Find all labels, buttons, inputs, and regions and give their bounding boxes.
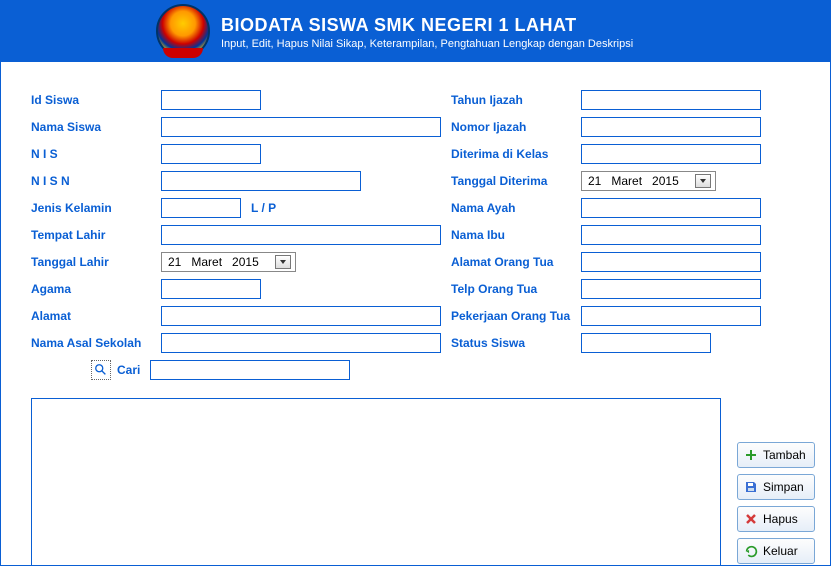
keluar-button[interactable]: Keluar [737, 538, 815, 564]
delete-icon [744, 512, 758, 526]
diterima-kelas-input[interactable] [581, 144, 761, 164]
exit-icon [744, 544, 758, 558]
nis-input[interactable] [161, 144, 261, 164]
asal-sekolah-input[interactable] [161, 333, 441, 353]
jenis-kelamin-input[interactable] [161, 198, 241, 218]
label-nis: N I S [31, 147, 161, 161]
id-siswa-input[interactable] [161, 90, 261, 110]
label-tahun-ijazah: Tahun Ijazah [451, 93, 581, 107]
tempat-lahir-input[interactable] [161, 225, 441, 245]
nama-ibu-input[interactable] [581, 225, 761, 245]
label-telp-ortu: Telp Orang Tua [451, 282, 581, 296]
label-alamat-ortu: Alamat Orang Tua [451, 255, 581, 269]
agama-input[interactable] [161, 279, 261, 299]
simpan-label: Simpan [763, 480, 804, 494]
label-agama: Agama [31, 282, 161, 296]
label-diterima-kelas: Diterima di Kelas [451, 147, 581, 161]
page-title: BIODATA SISWA SMK NEGERI 1 LAHAT [221, 15, 633, 36]
pekerjaan-ortu-input[interactable] [581, 306, 761, 326]
nama-ayah-input[interactable] [581, 198, 761, 218]
label-nisn: N I S N [31, 174, 161, 188]
keluar-label: Keluar [763, 544, 798, 558]
simpan-button[interactable]: Simpan [737, 474, 815, 500]
date-year: 2015 [232, 255, 259, 269]
search-input[interactable] [150, 360, 350, 380]
label-nama-siswa: Nama Siswa [31, 120, 161, 134]
label-cari: Cari [117, 363, 140, 377]
hapus-label: Hapus [763, 512, 798, 526]
action-buttons: Tambah Simpan Hapus Keluar [737, 442, 815, 564]
nama-siswa-input[interactable] [161, 117, 441, 137]
header: BIODATA SISWA SMK NEGERI 1 LAHAT Input, … [1, 2, 830, 62]
telp-ortu-input[interactable] [581, 279, 761, 299]
tambah-label: Tambah [763, 448, 806, 462]
page-subtitle: Input, Edit, Hapus Nilai Sikap, Keteramp… [221, 38, 633, 50]
label-tempat-lahir: Tempat Lahir [31, 228, 161, 242]
date-month: Maret [191, 255, 222, 269]
date-day: 21 [588, 174, 601, 188]
label-pekerjaan-ortu: Pekerjaan Orang Tua [451, 309, 581, 323]
search-icon[interactable] [91, 360, 111, 380]
tanggal-diterima-picker[interactable]: 21 Maret 2015 [581, 171, 716, 191]
label-nomor-ijazah: Nomor Ijazah [451, 120, 581, 134]
label-status-siswa: Status Siswa [451, 336, 581, 350]
save-icon [744, 480, 758, 494]
label-nama-ibu: Nama Ibu [451, 228, 581, 242]
plus-icon [744, 448, 758, 462]
label-alamat: Alamat [31, 309, 161, 323]
date-day: 21 [168, 255, 181, 269]
label-jenis-kelamin: Jenis Kelamin [31, 201, 161, 215]
label-tanggal-diterima: Tanggal Diterima [451, 174, 581, 188]
label-asal-sekolah: Nama Asal Sekolah [31, 336, 161, 350]
alamat-input[interactable] [161, 306, 441, 326]
jk-hint: L / P [251, 201, 276, 215]
date-year: 2015 [652, 174, 679, 188]
chevron-down-icon[interactable] [275, 255, 291, 269]
date-month: Maret [611, 174, 642, 188]
label-tanggal-lahir: Tanggal Lahir [31, 255, 161, 269]
alamat-ortu-input[interactable] [581, 252, 761, 272]
data-grid[interactable] [31, 398, 721, 566]
tahun-ijazah-input[interactable] [581, 90, 761, 110]
status-siswa-input[interactable] [581, 333, 711, 353]
hapus-button[interactable]: Hapus [737, 506, 815, 532]
label-nama-ayah: Nama Ayah [451, 201, 581, 215]
nomor-ijazah-input[interactable] [581, 117, 761, 137]
tanggal-lahir-picker[interactable]: 21 Maret 2015 [161, 252, 296, 272]
tambah-button[interactable]: Tambah [737, 442, 815, 468]
nisn-input[interactable] [161, 171, 361, 191]
label-id-siswa: Id Siswa [31, 93, 161, 107]
school-logo [156, 4, 210, 58]
chevron-down-icon[interactable] [695, 174, 711, 188]
form-area: Id Siswa Nama Siswa N I S N I S N Jenis … [1, 62, 830, 390]
